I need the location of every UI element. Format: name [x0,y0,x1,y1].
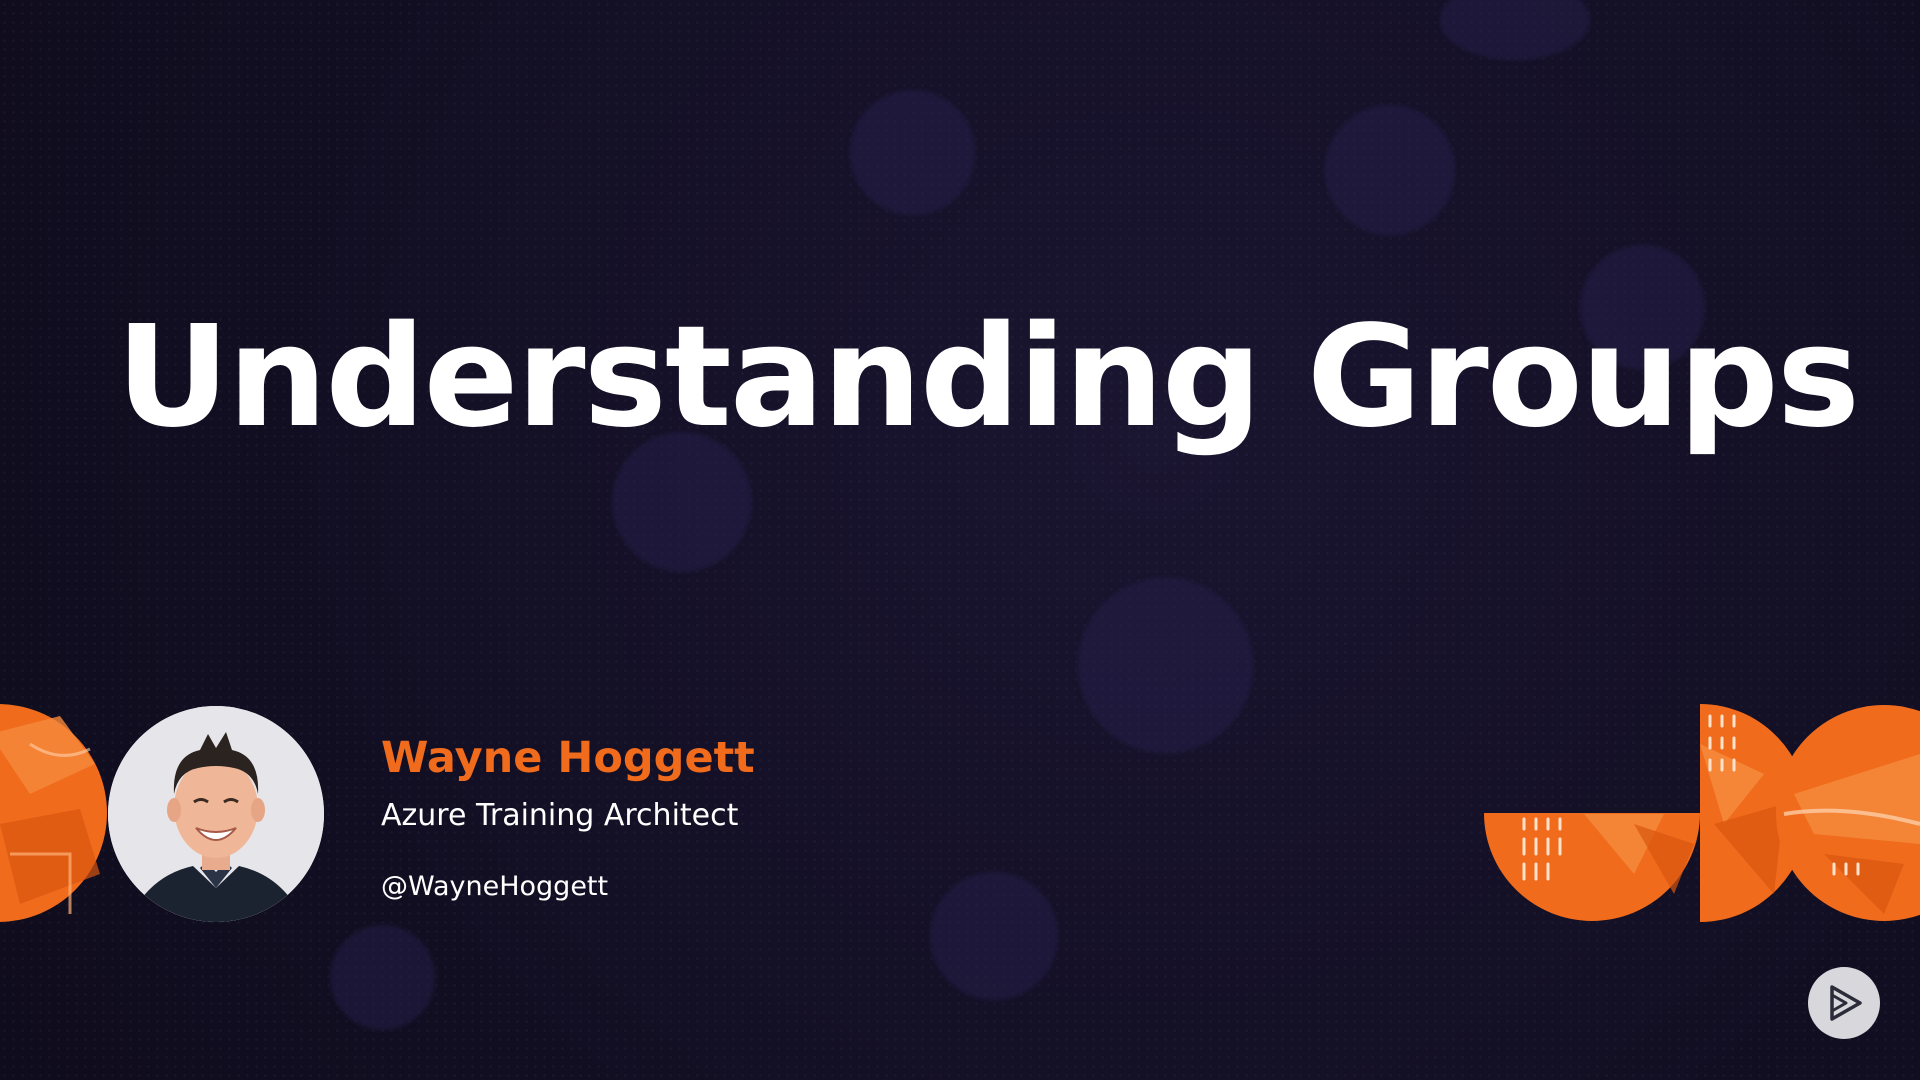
presenter-handle: @WayneHoggett [381,871,609,902]
orange-decoration-left [0,704,107,922]
bokeh-circle [1325,105,1455,235]
avatar [108,706,324,922]
bokeh-circle [1440,0,1590,60]
play-logo-icon [1830,985,1862,1021]
presenter-name: Wayne Hoggett [381,733,755,783]
slide-title: Understanding Groups [116,296,1860,459]
orange-decoration-right [1484,704,1920,922]
bokeh-circle [850,90,975,215]
bokeh-circle [930,872,1058,1000]
presenter-role: Azure Training Architect [381,798,739,833]
title-slide: Understanding Groups Wayne Hoggett Azure… [0,0,1920,1080]
bokeh-circle [1078,578,1253,753]
play-logo-button[interactable] [1808,967,1880,1039]
bokeh-circle [330,925,435,1030]
presenter-photo-icon [108,706,324,922]
